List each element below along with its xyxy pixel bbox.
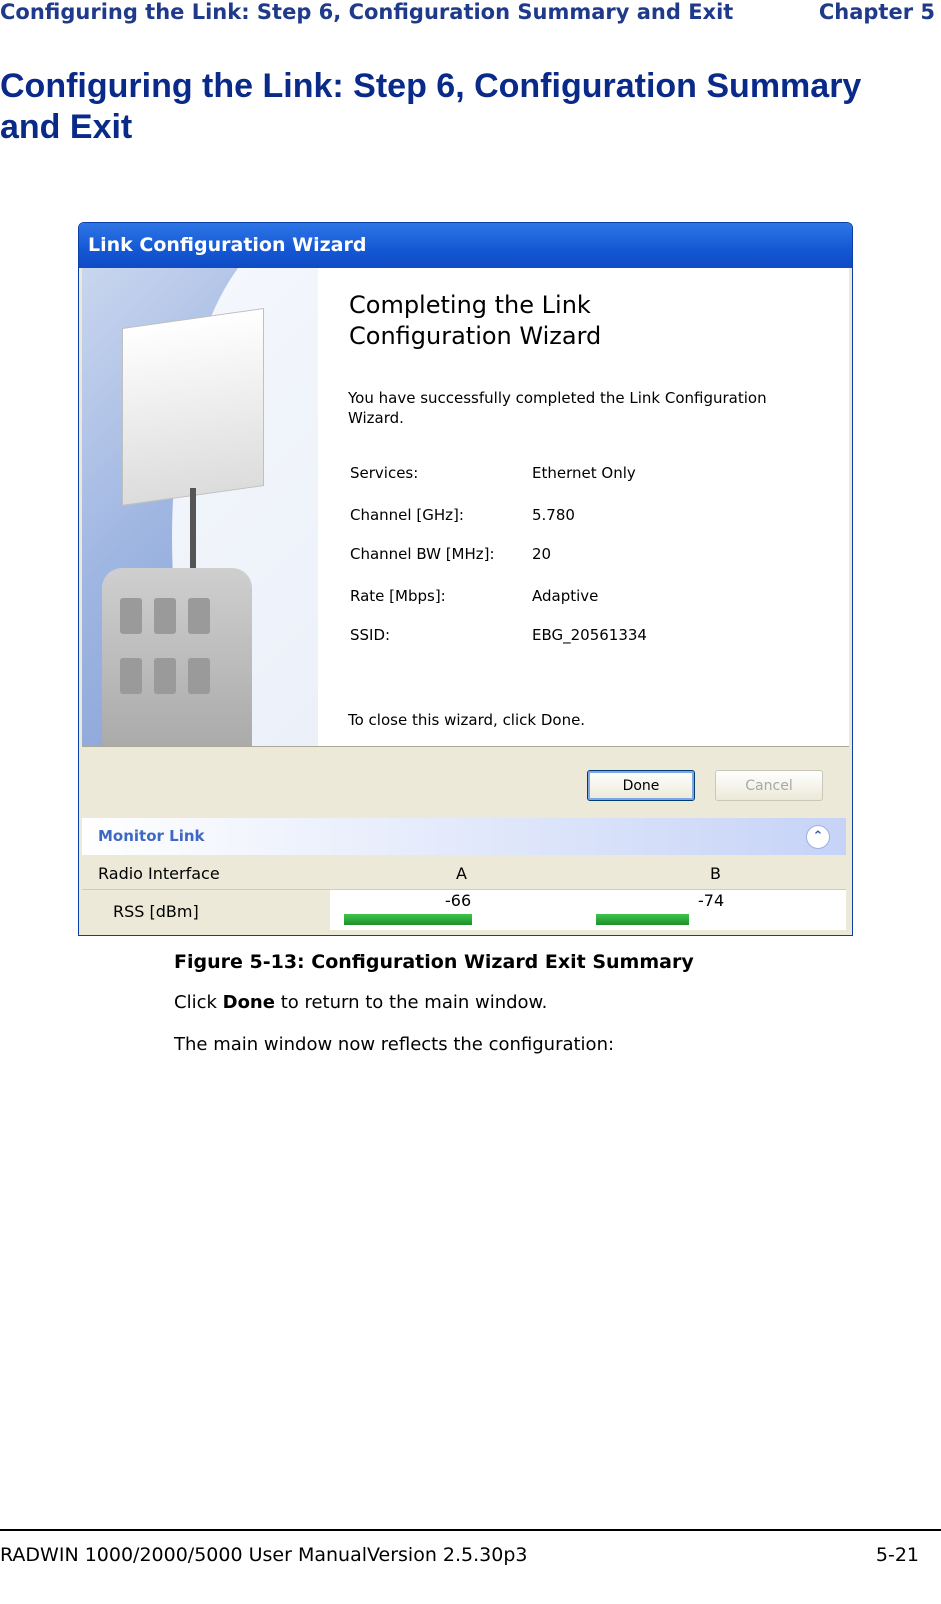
para-text: Click xyxy=(174,992,223,1013)
rss-value-b: -74 xyxy=(698,891,725,910)
wizard-title: Link Configuration Wizard xyxy=(88,234,367,256)
done-button[interactable]: Done xyxy=(587,770,695,801)
rss-value-a: -66 xyxy=(445,891,472,910)
wizard-side-illustration xyxy=(82,268,318,747)
body-paragraph: The main window now reflects the configu… xyxy=(174,1034,615,1055)
monitor-table-header: Radio Interface A B xyxy=(82,859,846,890)
summary-value: EBG_20561334 xyxy=(532,626,647,644)
running-header: Configuring the Link: Step 6, Configurat… xyxy=(0,0,941,26)
summary-row: Rate [Mbps]: Adaptive xyxy=(350,587,598,605)
rss-row-label: RSS [dBm] xyxy=(113,902,199,921)
column-header-a: A xyxy=(456,864,467,883)
summary-row: Services: Ethernet Only xyxy=(350,464,636,482)
footer-page-number: 5-21 xyxy=(875,1544,919,1566)
column-header-b: B xyxy=(710,864,721,883)
rss-bar-a xyxy=(344,914,472,925)
close-instruction: To close this wizard, click Done. xyxy=(348,711,586,729)
para-text: to return to the main window. xyxy=(274,992,548,1013)
para-bold-done: Done xyxy=(222,992,275,1013)
header-section-title: Configuring the Link: Step 6, Configurat… xyxy=(0,0,734,24)
summary-label: Rate [Mbps]: xyxy=(350,587,446,605)
monitor-link-header[interactable]: Monitor Link ⌃ xyxy=(82,818,846,855)
summary-value: Adaptive xyxy=(532,587,599,605)
summary-row: Channel [GHz]: 5.780 xyxy=(350,506,575,524)
figure-caption: Figure 5-13: Configuration Wizard Exit S… xyxy=(174,951,694,973)
wizard-window: Link Configuration Wizard Completing the… xyxy=(78,222,853,936)
instruction-paragraph: Click Done to return to the main window. xyxy=(174,992,547,1013)
summary-value: 5.780 xyxy=(532,506,575,524)
summary-label: SSID: xyxy=(350,626,391,644)
monitor-link-label: Monitor Link xyxy=(98,827,205,845)
summary-value: Ethernet Only xyxy=(532,464,636,482)
wizard-intro: You have successfully completed the Link… xyxy=(348,389,767,427)
page-title: Configuring the Link: Step 6, Configurat… xyxy=(0,67,862,146)
summary-label: Services: xyxy=(350,464,419,482)
summary-row: SSID: EBG_20561334 xyxy=(350,626,647,644)
button-area-divider xyxy=(82,746,849,747)
wizard-content: Completing the Link Configuration Wizard… xyxy=(318,268,849,747)
summary-row: Channel BW [MHz]: 20 xyxy=(350,545,551,563)
antenna-panel-icon xyxy=(122,308,264,506)
wizard-heading: Completing the Link Configuration Wizard xyxy=(349,291,602,350)
rss-bar-b xyxy=(596,914,689,925)
summary-label: Channel BW [MHz]: xyxy=(350,545,495,563)
footer-rule xyxy=(0,1529,941,1531)
footer-manual-version: RADWIN 1000/2000/5000 User ManualVersion… xyxy=(0,1544,528,1566)
column-header-radio-interface: Radio Interface xyxy=(98,864,220,883)
table-row: RSS [dBm] -66 -74 xyxy=(82,890,846,930)
summary-label: Channel [GHz]: xyxy=(350,506,464,524)
radio-unit-icon xyxy=(102,568,252,747)
summary-value: 20 xyxy=(532,545,552,563)
collapse-chevron-icon[interactable]: ⌃ xyxy=(806,825,830,849)
cancel-button[interactable]: Cancel xyxy=(715,770,823,801)
wizard-titlebar[interactable]: Link Configuration Wizard xyxy=(79,223,852,268)
header-chapter: Chapter 5 xyxy=(818,0,935,24)
